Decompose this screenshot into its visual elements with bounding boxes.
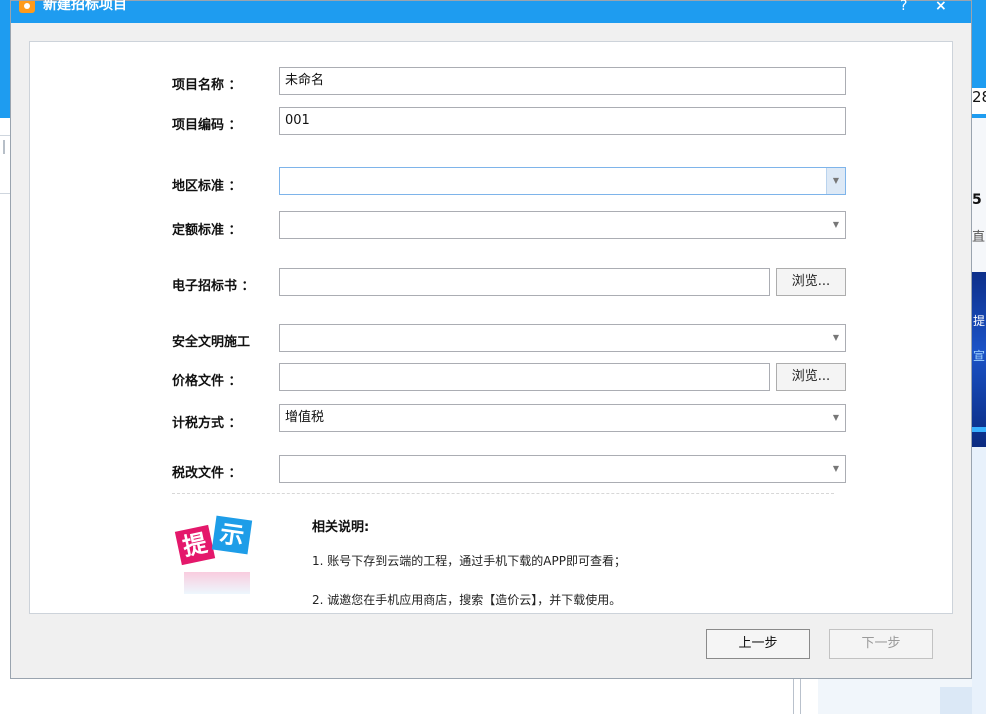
project-code-input[interactable]: 001 [279, 107, 846, 135]
price-file-label: 价格文件 ： [172, 374, 242, 389]
next-step-button[interactable]: 下一步 [829, 629, 933, 659]
background-number: 28 [972, 88, 986, 114]
banner-text: 提 [973, 314, 986, 328]
background-window-left [0, 0, 10, 714]
project-name-input[interactable]: 未命名 [279, 67, 846, 95]
tender-doc-label: 电子招标书 ： [172, 279, 255, 294]
notes-title: 相关说明: [312, 520, 370, 535]
form-panel: 项目名称 ： 未命名 项目编码 ： 001 地区标准 ： ▼ 定额标准 ： ▼ … [29, 41, 953, 614]
chevron-down-icon[interactable]: ▼ [827, 405, 845, 431]
chevron-down-icon[interactable]: ▼ [826, 168, 845, 194]
safety-construction-select[interactable]: ▼ [279, 324, 846, 352]
background-panel [940, 687, 972, 714]
tax-reform-file-label: 税改文件 ： [172, 466, 242, 481]
note-line: 2. 诚邀您在手机应用商店，搜索【造价云】，并下载使用。 [312, 593, 622, 607]
close-icon[interactable]: × [935, 0, 947, 14]
chevron-down-icon[interactable]: ▼ [827, 212, 845, 238]
quota-standard-label: 定额标准 ： [172, 223, 242, 238]
background-window-bottom [10, 679, 972, 714]
new-tender-project-dialog: 新建招标项目 ? × 项目名称 ： 未命名 项目编码 ： 001 地区标准 ： … [10, 0, 972, 679]
tip-icon: 提 示 [174, 512, 278, 612]
background-window-right: 28 5 直 提 宣 [972, 0, 986, 714]
chevron-down-icon[interactable]: ▼ [827, 325, 845, 351]
dialog-title: 新建招标项目 [43, 0, 127, 13]
background-header-strip [0, 0, 10, 118]
tax-method-value: 增值税 [285, 410, 325, 425]
project-code-label: 项目编码 ： [172, 118, 242, 133]
background-divider [0, 193, 10, 194]
tip-icon-char: 提 [174, 524, 216, 566]
background-divider [0, 135, 10, 136]
price-file-browse-button[interactable]: 浏览... [776, 363, 846, 391]
background-divider [800, 679, 801, 714]
app-logo-icon [19, 1, 35, 13]
tip-icon-reflection [184, 572, 250, 594]
safety-construction-label: 安全文明施工 [172, 335, 251, 350]
background-text: 直 [972, 230, 986, 245]
quota-standard-select[interactable]: ▼ [279, 211, 846, 239]
background-banner: 提 宣 [972, 272, 986, 447]
banner-stripe [972, 427, 986, 432]
section-divider [172, 493, 834, 494]
background-number: 5 [972, 192, 982, 208]
project-name-label: 项目名称 ： [172, 78, 242, 93]
region-standard-label: 地区标准 ： [172, 179, 242, 194]
tax-method-label: 计税方式 ： [172, 416, 242, 431]
help-icon[interactable]: ? [900, 0, 907, 14]
chevron-down-icon[interactable]: ▼ [827, 456, 845, 482]
background-marker [3, 140, 5, 154]
tender-doc-input[interactable] [279, 268, 770, 296]
background-panel [972, 447, 986, 714]
note-line: 1. 账号下存到云端的工程，通过手机下载的APP即可查看； [312, 554, 626, 568]
tax-method-select[interactable]: 增值税 ▼ [279, 404, 846, 432]
background-divider [793, 679, 794, 714]
tip-icon-char: 示 [211, 515, 253, 555]
tax-reform-file-select[interactable]: ▼ [279, 455, 846, 483]
region-standard-select[interactable]: ▼ [279, 167, 846, 195]
price-file-input[interactable] [279, 363, 770, 391]
tender-doc-browse-button[interactable]: 浏览... [776, 268, 846, 296]
banner-text: 宣 [973, 349, 986, 363]
dialog-titlebar[interactable]: 新建招标项目 ? × [11, 0, 971, 23]
previous-step-button[interactable]: 上一步 [706, 629, 810, 659]
